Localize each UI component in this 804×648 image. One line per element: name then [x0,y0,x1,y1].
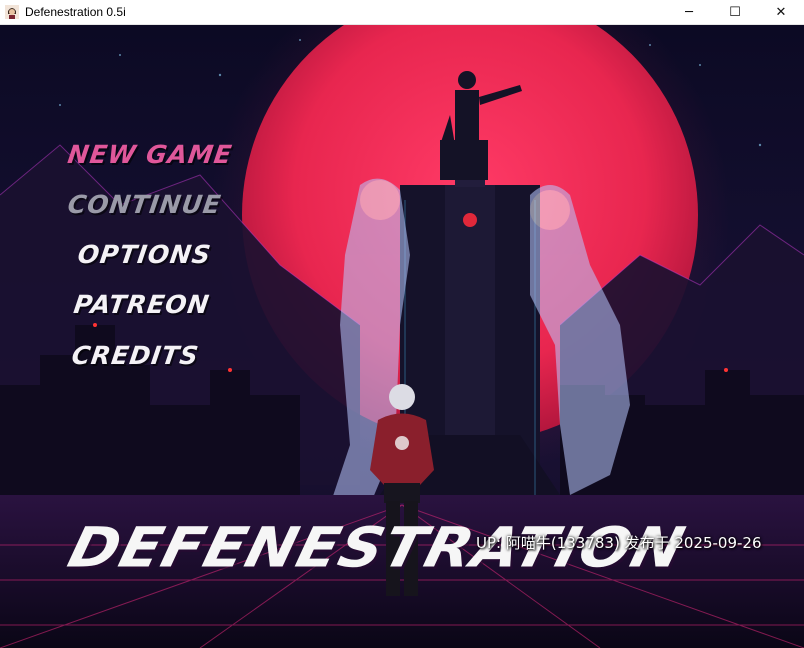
maximize-button[interactable]: ☐ [712,0,758,25]
patreon-button[interactable]: PATREON [72,290,212,319]
upload-watermark: UP: 阿喵牛(133783) 发布于 2025-09-26 [476,534,762,552]
window-title: Defenestration 0.5i [25,5,126,19]
minimize-button[interactable]: ─ [666,0,712,25]
close-button[interactable]: ✕ [758,0,804,25]
new-game-button[interactable]: NEW GAME [66,140,234,169]
continue-button[interactable]: CONTINUE [66,190,223,219]
title-bar[interactable]: Defenestration 0.5i ─ ☐ ✕ [0,0,804,25]
window-controls: ─ ☐ ✕ [666,0,804,25]
title-screen: NEW GAME CONTINUE OPTIONS PATREON CREDIT… [0,25,804,648]
character-portrait-icon [5,5,19,19]
credits-button[interactable]: CREDITS [70,341,201,370]
options-button[interactable]: OPTIONS [76,240,213,269]
game-window: Defenestration 0.5i ─ ☐ ✕ NEW GAME CONTI… [0,0,804,648]
